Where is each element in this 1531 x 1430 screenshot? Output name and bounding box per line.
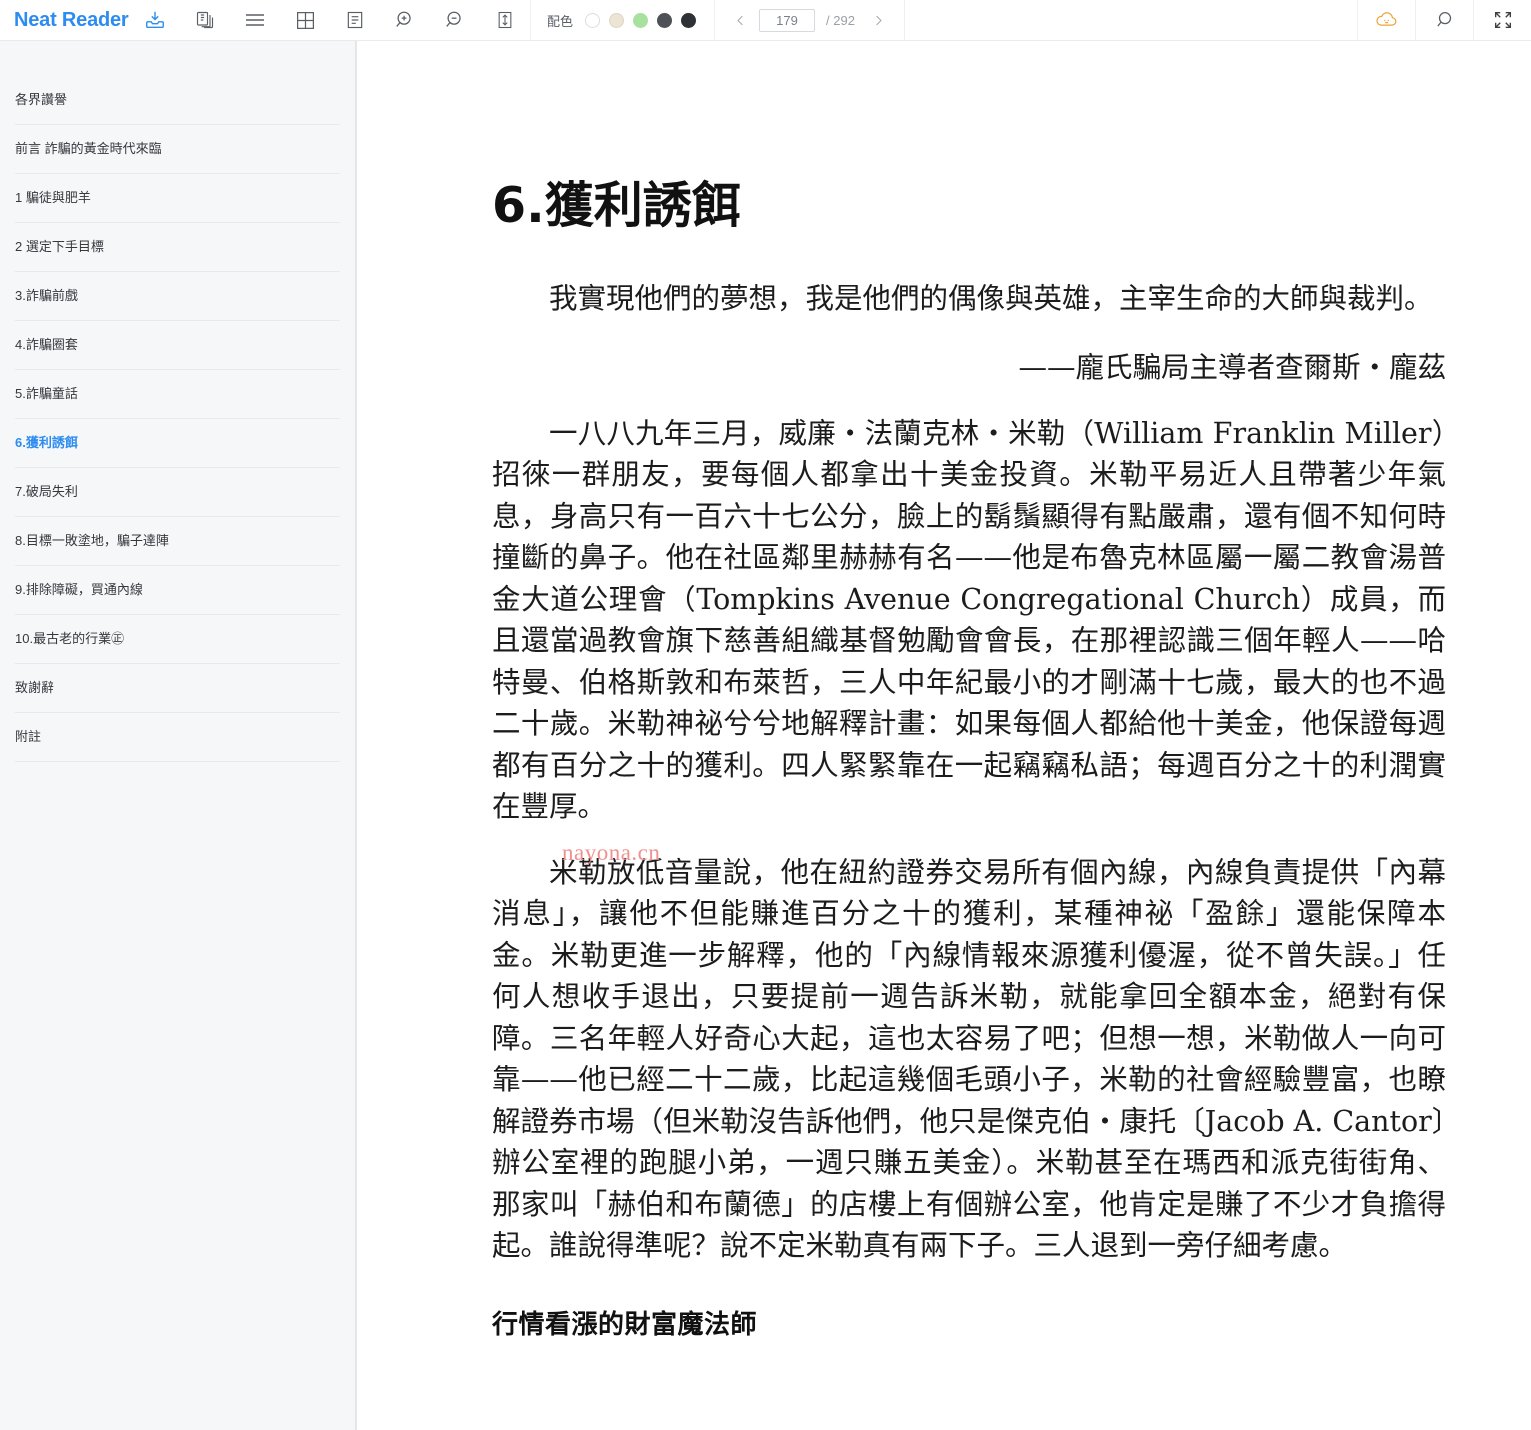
page-number-input[interactable] bbox=[759, 8, 816, 32]
scheme-sepia[interactable] bbox=[609, 12, 625, 28]
top-toolbar: Neat Reader 配色 179 / 292 bbox=[0, 0, 1531, 41]
sidebar-item-5[interactable]: 4.詐騙圈套 bbox=[0, 321, 355, 370]
grid-layout-icon[interactable] bbox=[280, 0, 330, 41]
toc-label: 致謝辭 bbox=[15, 680, 55, 696]
toc-list-icon[interactable] bbox=[230, 0, 280, 41]
toc-label: 3.詐騙前戲 bbox=[15, 288, 78, 304]
toc-label: 前言 詐騙的黃金時代來臨 bbox=[15, 141, 162, 157]
sidebar-item-2[interactable]: 1 騙徒與肥羊 bbox=[0, 174, 355, 223]
scheme-green[interactable] bbox=[633, 12, 649, 28]
brand-area: Neat Reader bbox=[0, 9, 130, 32]
toc-label: 附註 bbox=[15, 729, 42, 745]
toc-label: 6.獲利誘餌 bbox=[15, 435, 78, 451]
sidebar-item-0[interactable]: 各界讚譽 bbox=[0, 76, 355, 125]
next-page-button[interactable] bbox=[864, 5, 894, 35]
zoom-out-icon[interactable] bbox=[430, 0, 480, 41]
pager: / 292 bbox=[714, 0, 905, 41]
toc-label: 1 騙徒與肥羊 bbox=[15, 190, 91, 206]
sidebar-item-8[interactable]: 7.破局失利 bbox=[0, 468, 355, 517]
sidebar-item-4[interactable]: 3.詐騙前戲 bbox=[0, 272, 355, 321]
page-title: 6.獲利誘餌 bbox=[492, 177, 741, 234]
section-subheading: 行情看漲的財富魔法師 bbox=[492, 1309, 758, 1340]
page-total-label: / 292 bbox=[826, 12, 855, 28]
toc-label: 7.破局失利 bbox=[15, 484, 78, 500]
toc-sidebar[interactable]: 各界讚譽 前言 詐騙的黃金時代來臨 1 騙徒與肥羊 2 選定下手目標 3.詐騙前… bbox=[0, 41, 356, 1430]
toc-label: 9.排除障礙，買通內線 bbox=[15, 582, 143, 598]
quote-attribution: ——龐氏騙局主導者查爾斯・龐茲 bbox=[1018, 351, 1446, 385]
toc-label: 2 選定下手目標 bbox=[15, 239, 104, 255]
paragraph-1: 一八八九年三月，威廉・法蘭克林・米勒（William Franklin Mill… bbox=[492, 416, 1446, 824]
color-scheme-group: 配色 bbox=[530, 0, 714, 41]
search-icon[interactable] bbox=[1415, 0, 1473, 41]
save-to-library-icon[interactable] bbox=[130, 0, 180, 41]
toc-label: 4.詐騙圈套 bbox=[15, 337, 78, 353]
copy-icon[interactable] bbox=[180, 0, 230, 41]
paragraph-2: 米勒放低音量說，他在紐約證券交易所有個內線，內線負責提供「內幕消息」，讓他不但能… bbox=[492, 855, 1446, 1263]
sidebar-item-11[interactable]: 10.最古老的行業㊣ bbox=[0, 615, 355, 664]
app-title: Neat Reader bbox=[14, 8, 129, 31]
book-page: 6.獲利誘餌 我實現他們的夢想，我是他們的偶像與英雄，主宰生命的大師與裁判。 —… bbox=[357, 177, 1531, 1341]
toc-label: 8.目標一敗塗地，騙子達陣 bbox=[15, 533, 169, 549]
sidebar-item-10[interactable]: 9.排除障礙，買通內線 bbox=[0, 566, 355, 615]
cloud-sync-icon[interactable] bbox=[1357, 0, 1415, 41]
reader-pane[interactable]: 6.獲利誘餌 我實現他們的夢想，我是他們的偶像與英雄，主宰生命的大師與裁判。 —… bbox=[357, 41, 1531, 1430]
toc-label: 5.詐騙童話 bbox=[15, 386, 78, 402]
toc-label: 10.最古老的行業㊣ bbox=[15, 631, 125, 647]
sidebar-item-6[interactable]: 5.詐騙童話 bbox=[0, 370, 355, 419]
sidebar-item-9[interactable]: 8.目標一敗塗地，騙子達陣 bbox=[0, 517, 355, 566]
scheme-white[interactable] bbox=[585, 12, 601, 28]
sidebar-item-12[interactable]: 致謝辭 bbox=[0, 664, 355, 713]
sidebar-item-13[interactable]: 附註 bbox=[0, 713, 355, 762]
toc-list: 各界讚譽 前言 詐騙的黃金時代來臨 1 騙徒與肥羊 2 選定下手目標 3.詐騙前… bbox=[0, 76, 355, 762]
note-icon[interactable] bbox=[330, 0, 380, 41]
color-scheme-label: 配色 bbox=[547, 13, 574, 29]
fullscreen-icon[interactable] bbox=[1473, 0, 1531, 41]
line-height-icon[interactable] bbox=[480, 0, 530, 41]
sidebar-item-7-active[interactable]: 6.獲利誘餌 bbox=[0, 419, 355, 468]
prev-page-button[interactable] bbox=[725, 5, 755, 35]
sidebar-item-1[interactable]: 前言 詐騙的黃金時代來臨 bbox=[0, 125, 355, 174]
toc-label: 各界讚譽 bbox=[15, 92, 68, 108]
sidebar-item-3[interactable]: 2 選定下手目標 bbox=[0, 223, 355, 272]
scheme-black[interactable] bbox=[681, 12, 697, 28]
scheme-dark-gray[interactable] bbox=[657, 12, 673, 28]
epigraph-quote: 我實現他們的夢想，我是他們的偶像與英雄，主宰生命的大師與裁判。 bbox=[549, 281, 1433, 315]
zoom-in-icon[interactable] bbox=[380, 0, 430, 41]
toolbar-right-group bbox=[1357, 0, 1531, 41]
